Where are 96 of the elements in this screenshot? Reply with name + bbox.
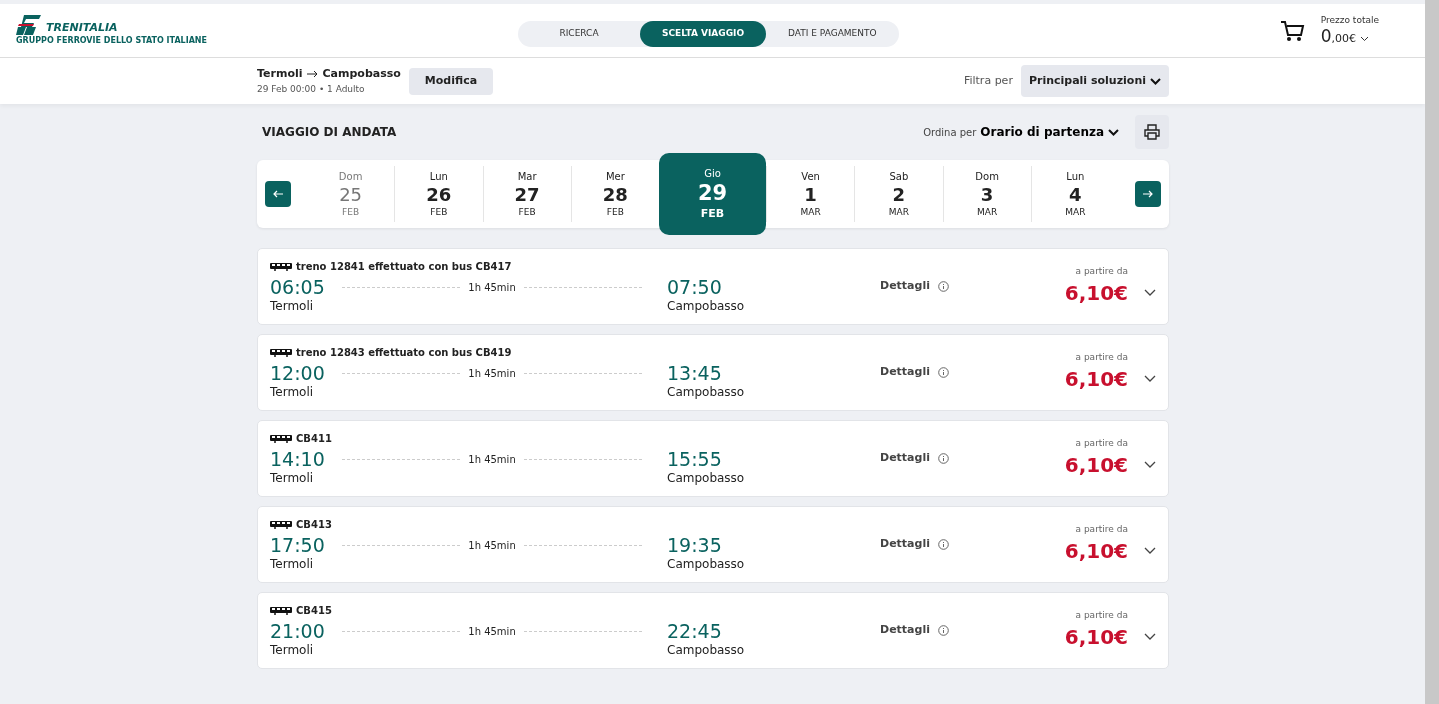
service-name: CB413 (296, 518, 332, 532)
bus-icon (270, 520, 292, 529)
step-tab[interactable]: SCELTA VIAGGIO (640, 21, 767, 47)
chevron-down-icon (1150, 77, 1161, 85)
printer-icon (1144, 124, 1160, 140)
bus-icon (270, 348, 292, 357)
destination-station: Campobasso (322, 66, 401, 82)
departure-time: 06:05 (270, 278, 326, 297)
previous-day-button[interactable] (265, 181, 291, 207)
service-name: CB415 (296, 604, 332, 618)
sort-dropdown[interactable]: Orario di partenza (980, 123, 1119, 141)
price: 6,10€ (1064, 452, 1128, 480)
price: 6,10€ (1064, 280, 1128, 308)
step-tab[interactable]: DATI E PAGAMENTO (766, 21, 899, 47)
chevron-down-icon[interactable] (1144, 546, 1156, 555)
departure-time: 21:00 (270, 622, 326, 641)
total-price-value: 0 (1320, 27, 1332, 45)
duration: 1h 45min (468, 453, 516, 467)
step-tab[interactable]: RICERCA (518, 21, 640, 47)
chevron-down-icon[interactable] (1144, 288, 1156, 297)
duration: 1h 45min (468, 625, 516, 639)
destination-station: Campobasso (667, 298, 745, 315)
info-icon[interactable] (937, 539, 949, 550)
origin-station: Termoli (270, 298, 315, 315)
duration: 1h 45min (468, 539, 516, 553)
departure-time: 12:00 (270, 364, 326, 383)
price: 6,10€ (1064, 366, 1128, 394)
filter-dropdown[interactable]: Principali soluzioni (1020, 65, 1169, 97)
section-title: VIAGGIO DI ANDATA (262, 124, 397, 141)
date-tab[interactable]: Sab 2 MAR (854, 166, 943, 222)
logo-icon (16, 14, 42, 37)
bus-icon (270, 262, 292, 271)
price: 6,10€ (1064, 538, 1128, 566)
logo-tagline: GRUPPO FERROVIE DELLO STATO ITALIANE (16, 36, 208, 47)
info-icon[interactable] (937, 367, 949, 378)
origin-station: Termoli (270, 384, 315, 401)
details-link[interactable]: Dettagli (880, 450, 930, 467)
price-label: a partire da (1075, 522, 1128, 536)
destination-station: Campobasso (667, 384, 745, 401)
date-tab[interactable]: Mar 27 FEB (482, 166, 571, 222)
info-icon[interactable] (937, 453, 949, 464)
print-button[interactable] (1135, 115, 1169, 149)
info-icon[interactable] (937, 625, 949, 636)
service-name: CB411 (296, 432, 332, 446)
date-tab[interactable]: Ven 1 MAR (766, 166, 855, 222)
destination-station: Campobasso (667, 642, 745, 659)
price-label: a partire da (1075, 608, 1128, 622)
origin-station: Termoli (270, 556, 315, 573)
service-name: treno 12843 effettuato con bus CB419 (296, 346, 512, 360)
arrival-time: 15:55 (667, 450, 723, 469)
price-label: a partire da (1075, 264, 1128, 278)
duration: 1h 45min (468, 367, 516, 381)
details-link[interactable]: Dettagli (880, 536, 930, 553)
departure-time: 17:50 (270, 536, 326, 555)
destination-station: Campobasso (667, 556, 745, 573)
price-label: a partire da (1075, 350, 1128, 364)
bus-icon (270, 434, 292, 443)
price: 6,10€ (1064, 624, 1128, 652)
arrival-time: 22:45 (667, 622, 723, 641)
scrollbar[interactable] (1425, 0, 1439, 704)
filter-label: Filtra per (963, 72, 1013, 89)
details-link[interactable]: Dettagli (880, 278, 930, 295)
arrival-time: 13:45 (667, 364, 723, 383)
details-link[interactable]: Dettagli (880, 364, 930, 381)
date-tab[interactable]: Lun 26 FEB (394, 166, 483, 222)
chevron-down-icon[interactable] (1144, 460, 1156, 469)
departure-time: 14:10 (270, 450, 326, 469)
details-link[interactable]: Dettagli (880, 622, 930, 639)
total-price-label: Prezzo totale (1320, 14, 1379, 27)
edit-search-button[interactable]: Modifica (408, 67, 494, 95)
chevron-down-icon[interactable] (1144, 632, 1156, 641)
chevron-down-icon[interactable] (1360, 35, 1370, 42)
arrow-left-icon (273, 190, 283, 198)
bus-icon (270, 606, 292, 615)
total-price-cents: ,00€ (1331, 31, 1357, 47)
info-icon[interactable] (937, 281, 949, 292)
date-tab[interactable]: Gio 29 FEB (659, 153, 766, 235)
price-label: a partire da (1075, 436, 1128, 450)
duration: 1h 45min (468, 281, 516, 295)
next-day-button[interactable] (1135, 181, 1161, 207)
destination-station: Campobasso (667, 470, 745, 487)
chevron-down-icon[interactable] (1144, 374, 1156, 383)
service-name: treno 12841 effettuato con bus CB417 (296, 260, 512, 274)
origin-station: Termoli (270, 470, 315, 487)
chevron-down-icon (1108, 128, 1119, 136)
origin-station: Termoli (257, 66, 303, 82)
arrow-right-icon (1143, 190, 1153, 198)
date-tab[interactable]: Dom 3 MAR (942, 166, 1031, 222)
sort-label: Ordina per (923, 125, 977, 140)
origin-station: Termoli (270, 642, 315, 659)
arrival-time: 19:35 (667, 536, 723, 555)
search-details: 29 Feb 00:00 • 1 Adulto (257, 82, 366, 96)
logo-wordmark: TRENITALIA (46, 19, 118, 36)
arrival-time: 07:50 (667, 278, 723, 297)
date-tab[interactable]: Lun 4 MAR (1030, 166, 1119, 222)
arrow-right-icon (306, 70, 319, 79)
